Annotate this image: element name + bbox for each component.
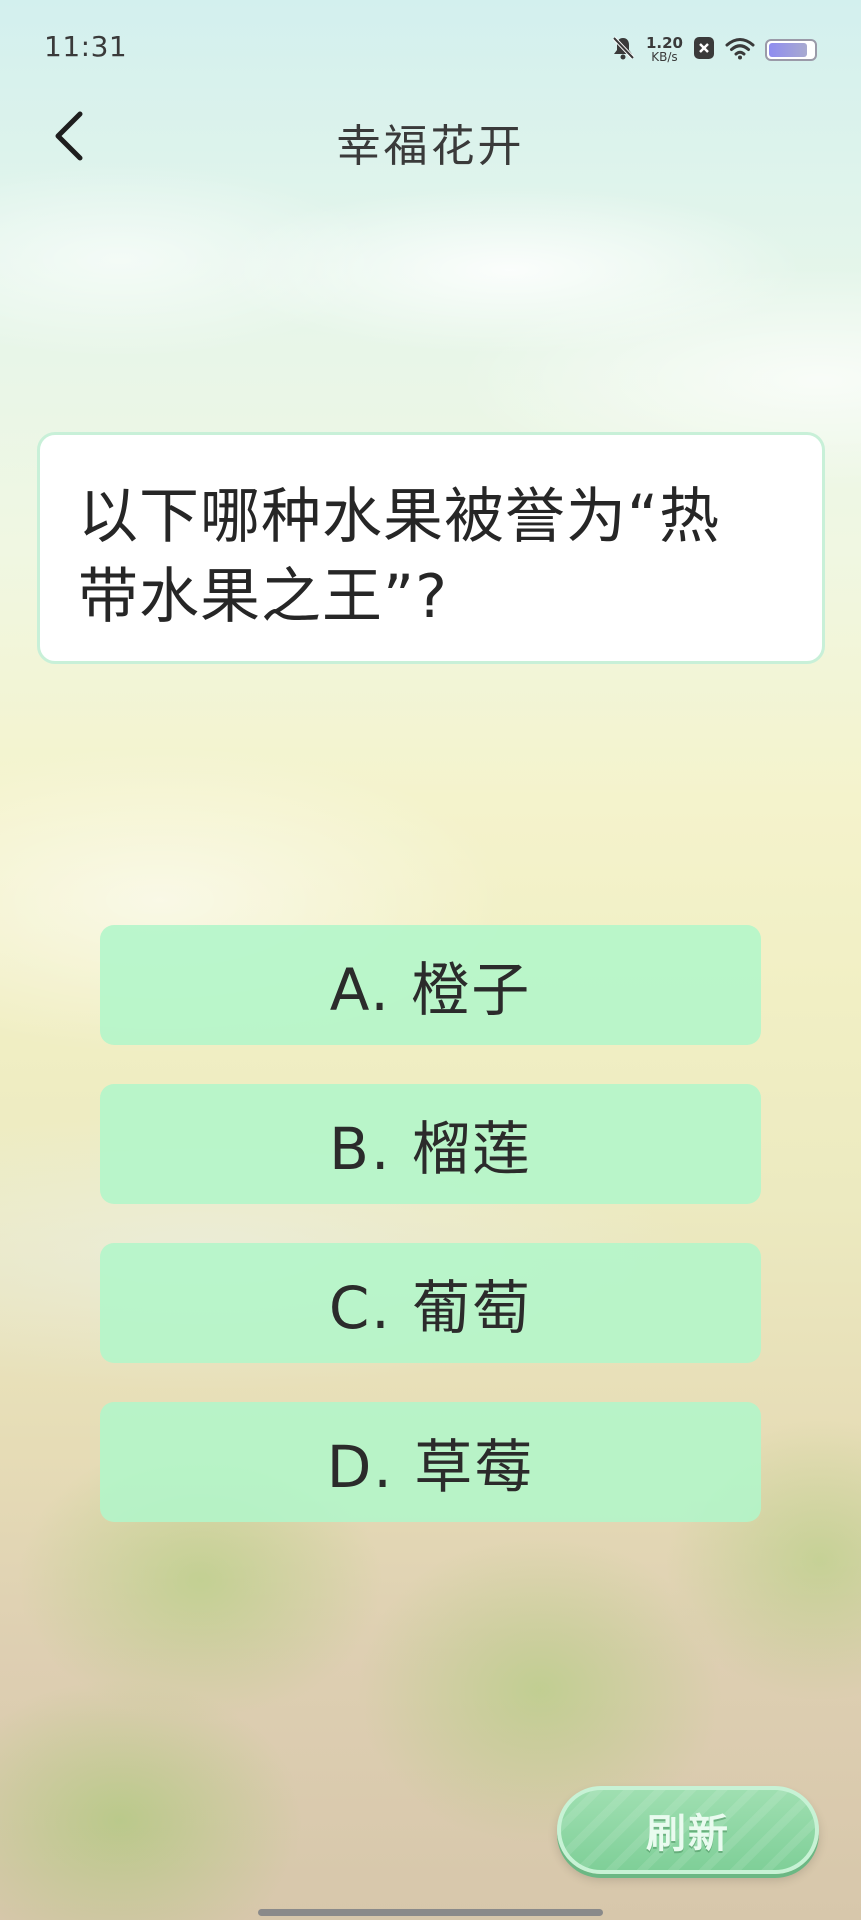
battery-icon	[765, 39, 817, 61]
net-speed-unit: KB/s	[651, 50, 678, 64]
option-b-button[interactable]: B. 榴莲	[100, 1084, 761, 1204]
net-speed: 1.20 KB/s	[645, 34, 683, 65]
option-c-button[interactable]: C. 葡萄	[100, 1243, 761, 1363]
mute-bell-icon	[610, 35, 636, 65]
page-title: 幸福花开	[336, 121, 525, 172]
question-card: 以下哪种水果被誉为“热 带水果之王”?	[37, 432, 825, 664]
question-line-2: 带水果之王”?	[78, 562, 448, 632]
question-line-1: 以下哪种水果被誉为“热	[78, 482, 721, 552]
header: 幸福花开	[0, 100, 861, 180]
status-icons: 1.20 KB/s	[610, 30, 817, 70]
net-speed-value: 1.20	[645, 34, 683, 52]
battery-fill	[769, 43, 807, 57]
option-d-button[interactable]: D. 草莓	[100, 1402, 761, 1522]
notification-x-icon	[693, 36, 715, 64]
wifi-icon	[725, 36, 755, 64]
home-indicator[interactable]	[258, 1909, 603, 1916]
question-text: 以下哪种水果被誉为“热 带水果之王”?	[78, 477, 786, 637]
status-time: 11:31	[44, 30, 128, 63]
refresh-button[interactable]: 刷新	[557, 1786, 819, 1874]
status-bar: 11:31 1.20 KB/s	[0, 0, 861, 100]
option-a-button[interactable]: A. 橙子	[100, 925, 761, 1045]
refresh-label: 刷新	[646, 1811, 730, 1857]
answer-options: A. 橙子 B. 榴莲 C. 葡萄 D. 草莓	[100, 925, 761, 1561]
